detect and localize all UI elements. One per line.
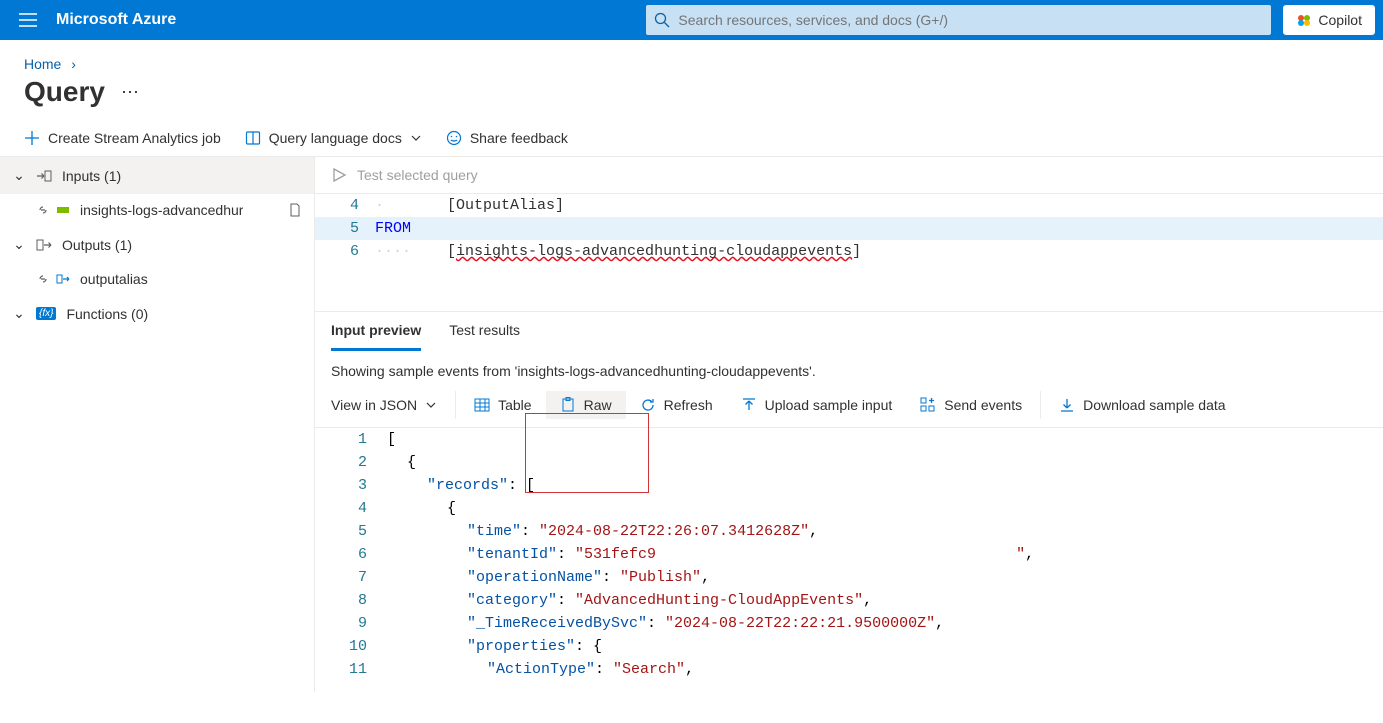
book-icon [245, 130, 261, 146]
play-icon[interactable] [331, 167, 347, 183]
line-number: 5 [315, 217, 375, 240]
main-split: ⌄ Inputs (1) insights-logs-advancedhur ⌄… [0, 157, 1383, 692]
download-button[interactable]: Download sample data [1045, 391, 1239, 419]
json-viewer[interactable]: 1[ 2{ 3"records": [ 4{ 5"time": "2024-08… [315, 428, 1383, 681]
tab-test-results[interactable]: Test results [449, 322, 520, 351]
view-in-json-dropdown[interactable]: View in JSON [331, 391, 451, 419]
chevron-down-icon [410, 132, 422, 144]
preview-tabs: Input preview Test results [315, 312, 1383, 351]
inputs-icon [36, 168, 52, 184]
refresh-icon [640, 397, 656, 413]
chevron-down-icon: ⌄ [12, 167, 26, 184]
output-icon [56, 272, 70, 286]
copilot-button[interactable]: Copilot [1283, 5, 1375, 35]
search-input[interactable] [678, 12, 1263, 28]
chevron-down-icon: ⌄ [12, 236, 26, 253]
query-editor[interactable]: 4 · [OutputAlias] 5 FROM 6 ···· [insight… [315, 194, 1383, 312]
eventhub-icon [56, 203, 70, 217]
test-query-label[interactable]: Test selected query [357, 167, 478, 183]
page-toolbar: Create Stream Analytics job Query langua… [0, 120, 1383, 157]
title-row: Query ⋯ [0, 72, 1383, 120]
docs-button[interactable]: Query language docs [245, 130, 422, 146]
brand-label: Microsoft Azure [56, 11, 176, 29]
feedback-button[interactable]: Share feedback [446, 130, 568, 146]
upload-icon [741, 397, 757, 413]
sidebar: ⌄ Inputs (1) insights-logs-advancedhur ⌄… [0, 157, 315, 692]
download-icon [1059, 397, 1075, 413]
sidebar-outputs-header[interactable]: ⌄ Outputs (1) [0, 226, 314, 263]
create-job-button[interactable]: Create Stream Analytics job [24, 130, 221, 146]
showing-message: Showing sample events from 'insights-log… [315, 351, 1383, 383]
topbar: Microsoft Azure Copilot [0, 0, 1383, 40]
sidebar-inputs-header[interactable]: ⌄ Inputs (1) [0, 157, 314, 194]
more-icon[interactable]: ⋯ [121, 82, 139, 103]
smile-icon [446, 130, 462, 146]
sidebar-output-item[interactable]: outputalias [0, 263, 314, 295]
file-icon [288, 203, 302, 217]
sidebar-item-label: Functions (0) [66, 306, 148, 322]
search-box[interactable] [646, 5, 1271, 35]
table-icon [474, 397, 490, 413]
copilot-icon [1296, 12, 1312, 28]
test-query-row: Test selected query [315, 157, 1383, 194]
refresh-button[interactable]: Refresh [626, 391, 727, 419]
link-icon [36, 272, 50, 286]
upload-button[interactable]: Upload sample input [727, 391, 907, 419]
content-pane: Test selected query 4 · [OutputAlias] 5 … [315, 157, 1383, 692]
sidebar-input-item[interactable]: insights-logs-advancedhur [0, 194, 314, 226]
table-view-button[interactable]: Table [460, 391, 545, 419]
grid-plus-icon [920, 397, 936, 413]
link-icon [36, 203, 50, 217]
sidebar-functions-header[interactable]: ⌄ {fx} Functions (0) [0, 295, 314, 332]
preview-toolbar: View in JSON Table Raw Refresh Upload sa… [315, 383, 1383, 428]
hamburger-icon[interactable] [8, 0, 48, 40]
tab-input-preview[interactable]: Input preview [331, 322, 421, 351]
sidebar-item-label: Outputs (1) [62, 237, 132, 253]
breadcrumb: Home › [0, 40, 1383, 72]
sidebar-item-label: insights-logs-advancedhur [80, 202, 243, 218]
chevron-down-icon: ⌄ [12, 305, 26, 322]
function-icon: {fx} [36, 307, 56, 320]
sidebar-item-label: Inputs (1) [62, 168, 121, 184]
clipboard-icon [560, 397, 576, 413]
send-events-button[interactable]: Send events [906, 391, 1036, 419]
chevron-right-icon: › [71, 56, 76, 72]
raw-view-button[interactable]: Raw [546, 391, 626, 419]
line-number: 6 [315, 240, 375, 263]
breadcrumb-home[interactable]: Home [24, 56, 61, 72]
page-title: Query [24, 76, 105, 108]
chevron-down-icon [425, 399, 437, 411]
line-number: 4 [315, 194, 375, 217]
sidebar-item-label: outputalias [80, 271, 148, 287]
plus-icon [24, 130, 40, 146]
outputs-icon [36, 237, 52, 253]
search-icon [654, 12, 670, 28]
